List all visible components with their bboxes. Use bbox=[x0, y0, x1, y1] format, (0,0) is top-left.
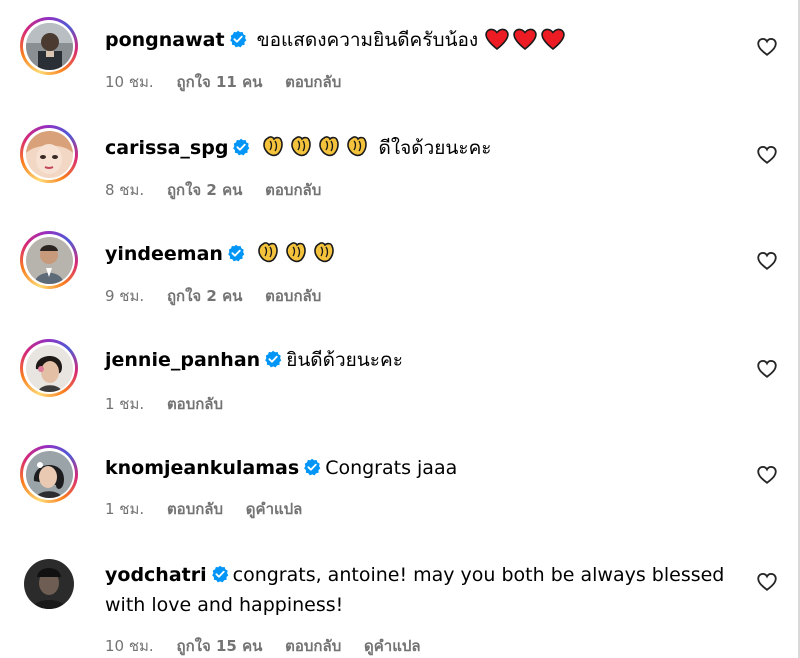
verified-badge-icon bbox=[228, 244, 245, 262]
comment-time: 10 ชม. bbox=[105, 73, 154, 91]
username[interactable]: yindeeman bbox=[105, 243, 223, 265]
avatar bbox=[25, 22, 73, 70]
see-translation-button[interactable]: ดูคำแปล bbox=[364, 637, 421, 655]
avatar bbox=[25, 344, 73, 392]
clap-icon bbox=[286, 242, 306, 263]
clap-icon bbox=[258, 242, 278, 263]
reply-button[interactable]: ตอบกลับ bbox=[265, 287, 321, 305]
clap-icon bbox=[291, 136, 312, 157]
verified-badge-icon bbox=[229, 30, 246, 48]
comment-item: knomjeankulamas Congrats jaaa 1 ชม. ตอบกล… bbox=[0, 428, 800, 538]
comment-meta: 10 ชม. ถูกใจ 15 คน ตอบกลับ ดูคำแปล bbox=[105, 634, 439, 658]
like-heart-icon[interactable] bbox=[756, 464, 778, 486]
avatar bbox=[25, 236, 73, 284]
comment-text: ดีใจด้วยนะคะ bbox=[378, 137, 492, 159]
heart-icon bbox=[485, 28, 509, 51]
username[interactable]: carissa_spg bbox=[105, 137, 228, 159]
verified-badge-icon bbox=[265, 350, 282, 368]
comment-time: 10 ชม. bbox=[105, 637, 154, 655]
reply-button[interactable]: ตอบกลับ bbox=[265, 181, 321, 199]
comment-item: jennie_panhan ยินดีด้วยนะคะ 1 ชม. ตอบกลับ bbox=[0, 322, 800, 428]
comment-text: ขอแสดงความยินดีครับน้อง bbox=[256, 29, 479, 51]
avatar-story-ring[interactable] bbox=[20, 125, 78, 183]
comment-meta: 8 ชม. ถูกใจ 2 คน ตอบกลับ bbox=[105, 178, 339, 202]
likes-count-button[interactable]: ถูกใจ 2 คน bbox=[167, 181, 242, 199]
avatar bbox=[25, 130, 73, 178]
see-translation-button[interactable]: ดูคำแปล bbox=[246, 500, 303, 518]
likes-count-button[interactable]: ถูกใจ 2 คน bbox=[167, 287, 242, 305]
comment-item: pongnawat ขอแสดงความยินดีครับน้อง 10 ชม.… bbox=[0, 0, 800, 108]
comment-meta: 1 ชม. ตอบกลับ ดูคำแปล bbox=[105, 497, 320, 521]
like-heart-icon[interactable] bbox=[756, 571, 778, 593]
like-heart-icon[interactable] bbox=[756, 144, 778, 166]
verified-badge-icon bbox=[211, 565, 228, 583]
comment-time: 9 ชม. bbox=[105, 287, 145, 305]
reply-button[interactable]: ตอบกลับ bbox=[285, 637, 341, 655]
reply-button[interactable]: ตอบกลับ bbox=[167, 395, 223, 413]
avatar-story-ring[interactable] bbox=[20, 339, 78, 397]
clap-icon bbox=[263, 136, 284, 157]
comment-text: Congrats jaaa bbox=[325, 457, 458, 479]
clap-icon bbox=[314, 242, 334, 263]
comment-meta: 1 ชม. ตอบกลับ bbox=[105, 392, 241, 416]
comment-item: carissa_spg ดีใจด้วยนะคะ 8 ชม. ถูกใจ 2 ค… bbox=[0, 108, 800, 216]
avatar bbox=[24, 559, 74, 609]
comment-text: ยินดีด้วยนะคะ bbox=[286, 349, 403, 371]
verified-badge-icon bbox=[304, 458, 321, 476]
likes-count-button[interactable]: ถูกใจ 11 คน bbox=[176, 73, 262, 91]
emoji-group bbox=[484, 28, 568, 51]
verified-badge-icon bbox=[233, 138, 250, 156]
emoji-group bbox=[260, 136, 378, 159]
comment-time: 1 ชม. bbox=[105, 500, 145, 518]
like-heart-icon[interactable] bbox=[756, 358, 778, 380]
comment-time: 8 ชม. bbox=[105, 181, 145, 199]
clap-icon bbox=[319, 136, 340, 157]
comment-item: yindeeman 9 ชม. ถูกใจ 2 คน ตอบกลับ bbox=[0, 214, 800, 322]
likes-count-button[interactable]: ถูกใจ 15 คน bbox=[176, 637, 262, 655]
reply-button[interactable]: ตอบกลับ bbox=[285, 73, 341, 91]
avatar-story-ring[interactable] bbox=[20, 231, 78, 289]
clap-icon bbox=[347, 136, 368, 157]
username[interactable]: pongnawat bbox=[105, 29, 225, 51]
comment-item: yodchatri congrats, antoine! may you both… bbox=[0, 538, 800, 658]
comment-meta: 10 ชม. ถูกใจ 11 คน ตอบกลับ bbox=[105, 70, 359, 94]
avatar bbox=[25, 450, 73, 498]
like-heart-icon[interactable] bbox=[756, 250, 778, 272]
username[interactable]: jennie_panhan bbox=[105, 349, 260, 371]
emoji-group bbox=[255, 242, 339, 265]
username[interactable]: yodchatri bbox=[105, 564, 207, 586]
reply-button[interactable]: ตอบกลับ bbox=[167, 500, 223, 518]
comment-meta: 9 ชม. ถูกใจ 2 คน ตอบกลับ bbox=[105, 284, 339, 308]
like-heart-icon[interactable] bbox=[756, 36, 778, 58]
comment-time: 1 ชม. bbox=[105, 395, 145, 413]
avatar-story-ring[interactable] bbox=[20, 445, 78, 503]
username[interactable]: knomjeankulamas bbox=[105, 457, 299, 479]
avatar-wrapper[interactable] bbox=[20, 555, 78, 613]
heart-icon bbox=[541, 28, 565, 51]
avatar-story-ring[interactable] bbox=[20, 17, 78, 75]
heart-icon bbox=[513, 28, 537, 51]
